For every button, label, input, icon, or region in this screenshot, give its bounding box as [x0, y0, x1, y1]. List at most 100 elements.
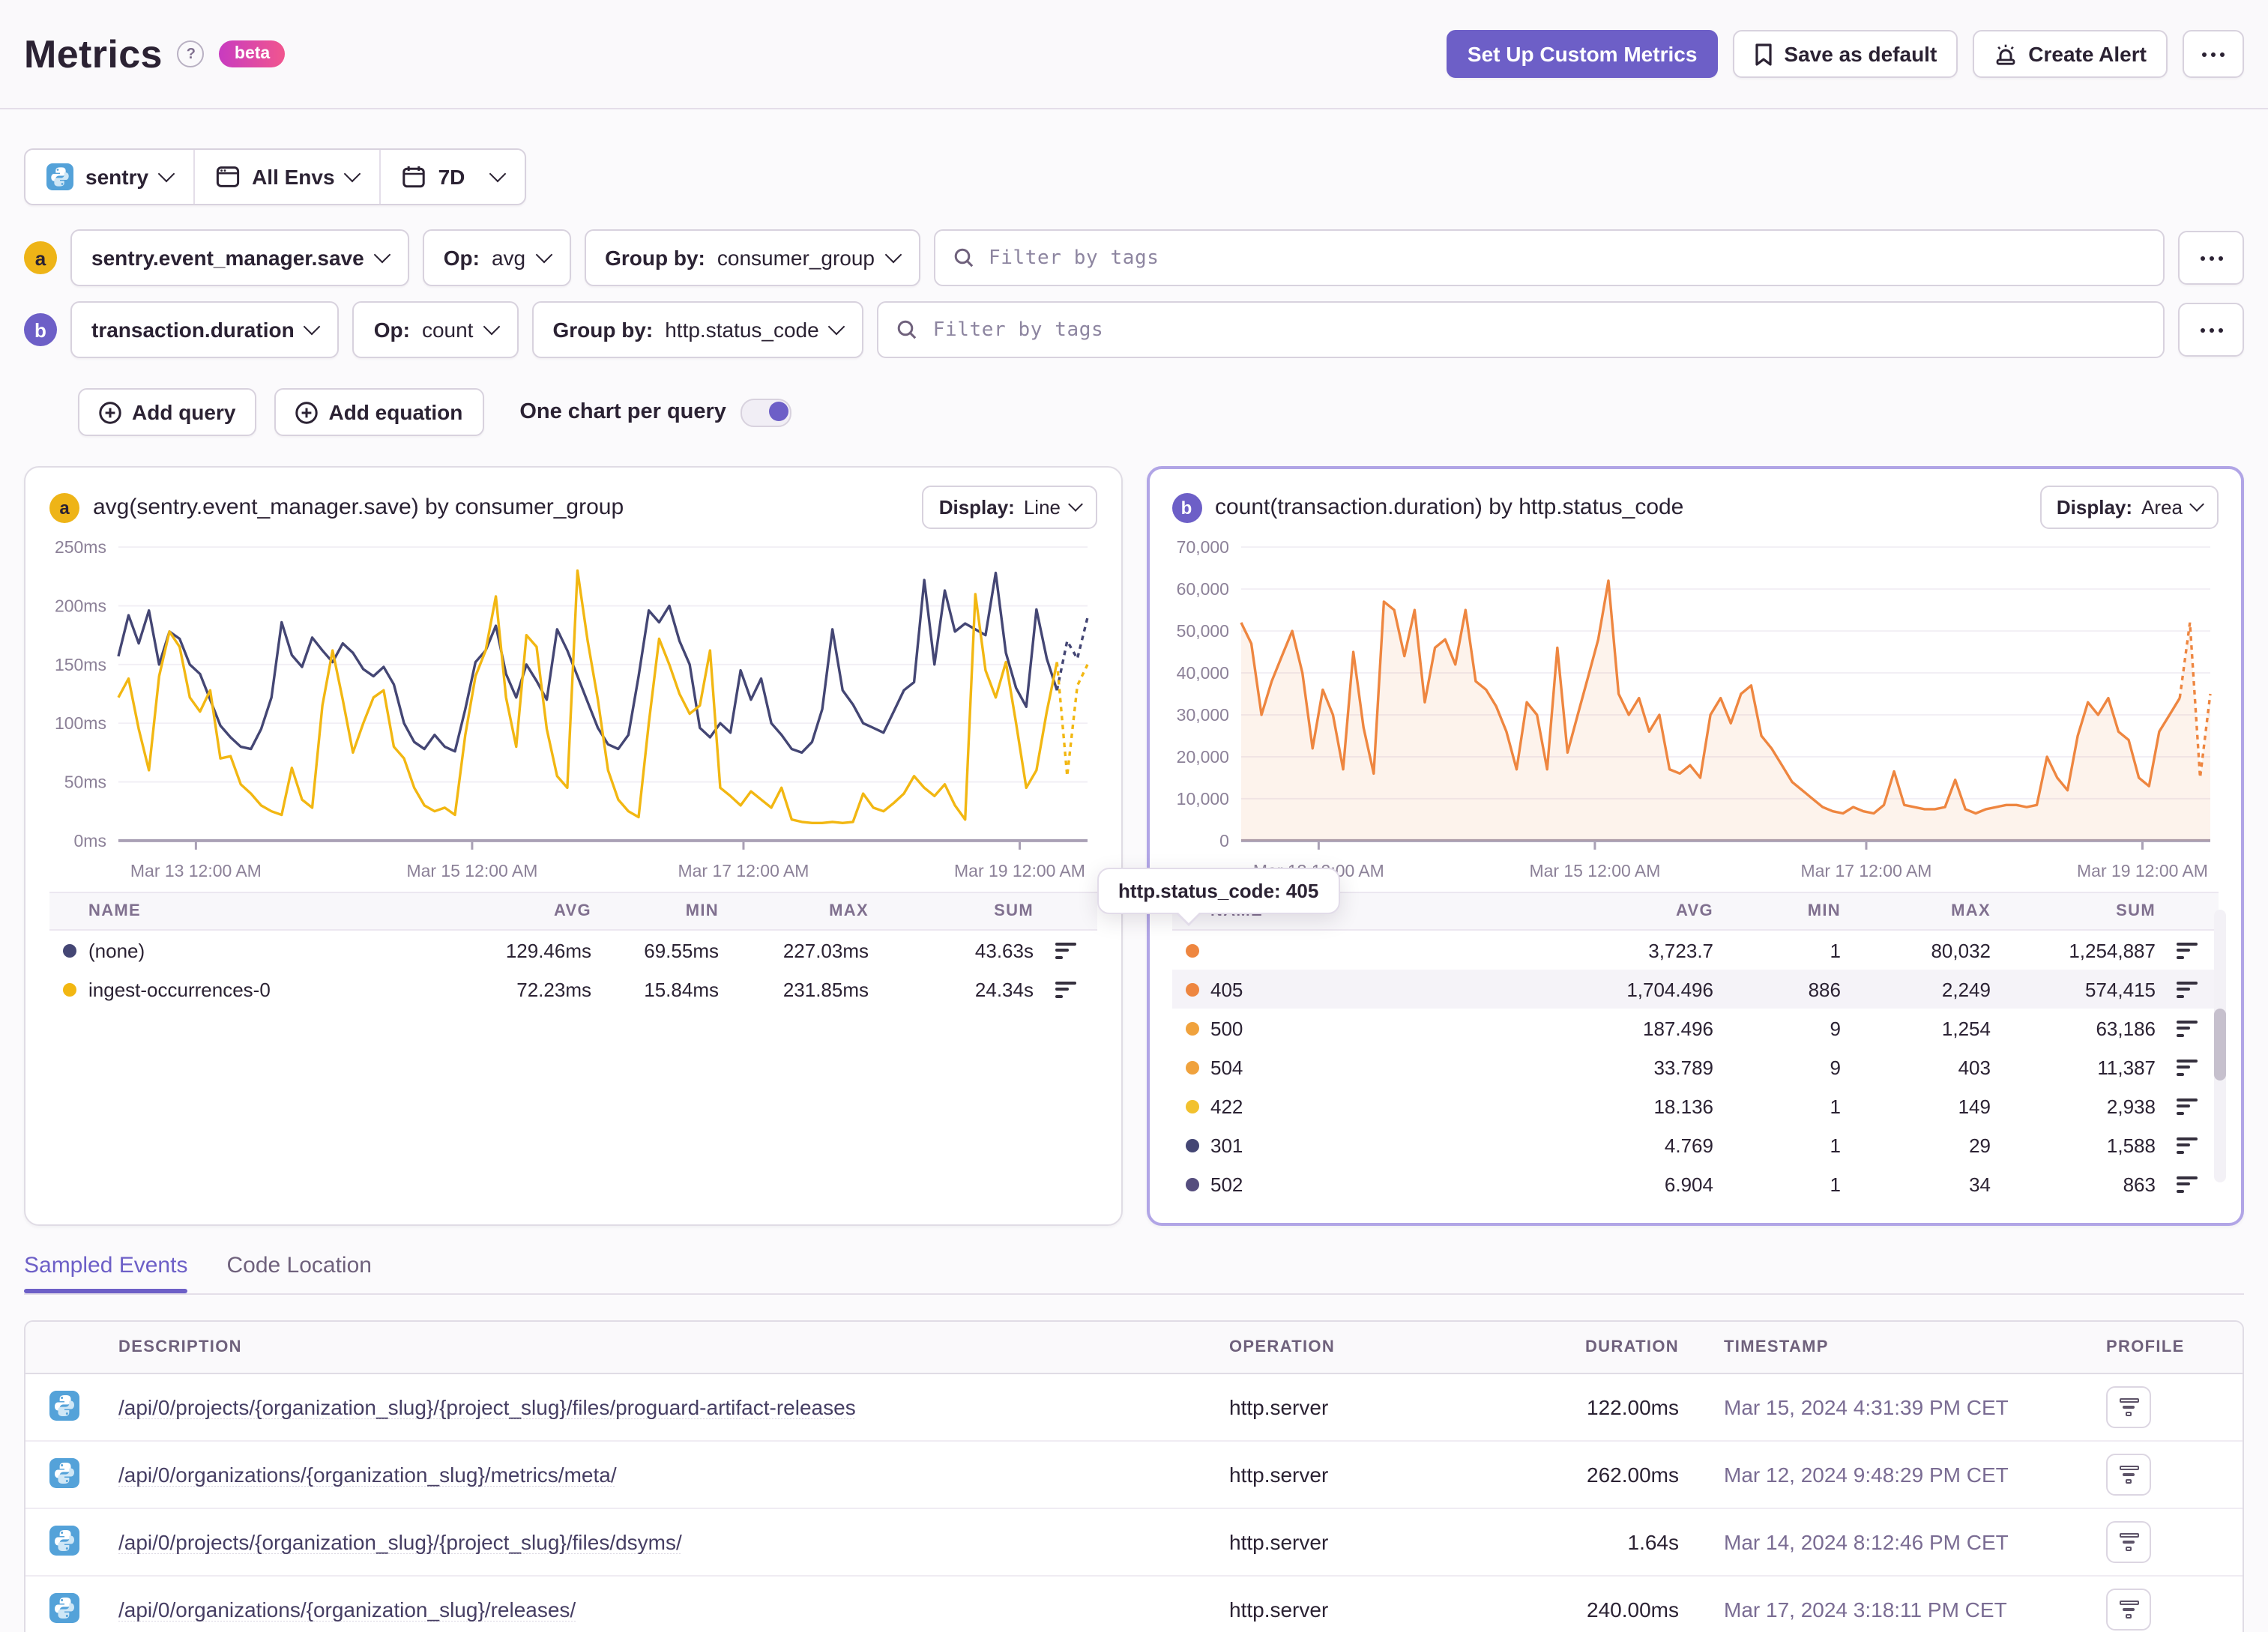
- series-line: [117, 571, 1058, 755]
- profile-icon: [2119, 1533, 2138, 1551]
- y-tick-label: 200ms: [55, 596, 106, 615]
- environment-value: All Envs: [252, 165, 335, 189]
- profile-button[interactable]: [2106, 1454, 2151, 1496]
- op-select-b[interactable]: Op: count: [352, 301, 519, 358]
- row-actions-icon[interactable]: [2177, 1098, 2219, 1114]
- groupby-select-b[interactable]: Group by: http.status_code: [531, 301, 864, 358]
- event-description-link[interactable]: /api/0/organizations/{organization_slug}…: [118, 1598, 1229, 1622]
- chart-badge-b: b: [1171, 492, 1201, 522]
- row-actions-icon[interactable]: [2177, 981, 2219, 997]
- chevron-down-icon: [489, 165, 507, 183]
- series-row-(none)[interactable]: (none) 129.46ms 69.55ms 227.03ms 43.63s: [49, 931, 1097, 970]
- project-selector[interactable]: sentry: [25, 150, 193, 204]
- setup-custom-metrics-button[interactable]: Set Up Custom Metrics: [1446, 30, 1719, 78]
- summary-col-min: MIN: [685, 902, 719, 920]
- event-description-link[interactable]: /api/0/organizations/{organization_slug}…: [118, 1463, 1229, 1487]
- series-value: 69.55ms: [644, 939, 719, 961]
- one-chart-per-query-toggle[interactable]: [741, 398, 792, 426]
- query-a-more-button[interactable]: [2178, 231, 2244, 285]
- display-select-a[interactable]: Display: Line: [922, 486, 1097, 529]
- query-b-more-button[interactable]: [2178, 303, 2244, 357]
- tag-filter-a[interactable]: [933, 229, 2165, 286]
- series-value: 1,254,887: [2069, 939, 2156, 961]
- col-profile: PROFILE: [2106, 1338, 2185, 1356]
- series-row-hidden[interactable]: 3,723.7 1 80,032 1,254,887: [1171, 931, 2219, 970]
- chart-card-b[interactable]: b count(transaction.duration) by http.st…: [1146, 466, 2244, 1226]
- line-chart[interactable]: 0ms 50ms 100ms 150ms 200ms 250ms Mar 13 12:00 …: [49, 532, 1097, 889]
- metric-select-b[interactable]: transaction.duration: [70, 301, 340, 358]
- metric-name-a: sentry.event_manager.save: [91, 246, 364, 270]
- y-tick-label: 60,000: [1176, 579, 1228, 599]
- tag-filter-input-a[interactable]: [986, 245, 2145, 271]
- metric-select-a[interactable]: sentry.event_manager.save: [70, 229, 409, 286]
- save-as-default-button[interactable]: Save as default: [1733, 30, 1958, 78]
- row-actions-icon[interactable]: [2177, 1137, 2219, 1153]
- chevron-down-icon: [884, 246, 902, 264]
- row-actions-icon[interactable]: [2177, 1020, 2219, 1036]
- row-actions-icon[interactable]: [1055, 981, 1097, 997]
- create-alert-label: Create Alert: [2028, 42, 2147, 66]
- scrollbar-thumb[interactable]: [2214, 1009, 2226, 1081]
- python-icon: [49, 1592, 79, 1622]
- create-alert-button[interactable]: Create Alert: [1973, 30, 2168, 78]
- series-row-422[interactable]: 422 18.136 1 149 2,938: [1171, 1087, 2219, 1125]
- series-row-502[interactable]: 502 6.904 1 34 863: [1171, 1164, 2219, 1203]
- chart-card-a[interactable]: a avg(sentry.event_manager.save) by cons…: [24, 466, 1122, 1226]
- series-name: 405: [1210, 978, 1243, 1000]
- environment-selector[interactable]: All Envs: [193, 150, 380, 204]
- add-equation-button[interactable]: Add equation: [274, 388, 484, 436]
- x-tick-label: Mar 19 12:00 AM: [2076, 861, 2207, 880]
- chevron-down-icon: [2189, 497, 2204, 512]
- search-icon: [898, 320, 917, 339]
- one-chart-per-query-label: One chart per query: [519, 400, 726, 424]
- tag-filter-input-b[interactable]: [929, 317, 2145, 342]
- tag-filter-b[interactable]: [877, 301, 2165, 358]
- row-actions-icon[interactable]: [2177, 1059, 2219, 1075]
- series-value: 187.496: [1643, 1017, 1713, 1039]
- profile-button[interactable]: [2106, 1589, 2151, 1631]
- event-duration: 262.00ms: [1587, 1463, 1679, 1487]
- header-more-button[interactable]: [2183, 30, 2244, 78]
- groupby-value-b: http.status_code: [665, 318, 819, 342]
- add-query-button[interactable]: Add query: [78, 388, 257, 436]
- help-icon[interactable]: ?: [177, 40, 205, 67]
- series-summary-table-b: NAMEAVGMINMAXSUM3,723.7180,0321,254,8874…: [1171, 892, 2219, 1203]
- op-select-a[interactable]: Op: avg: [422, 229, 571, 286]
- event-operation: http.server: [1229, 1530, 1329, 1554]
- row-actions-icon[interactable]: [2177, 942, 2219, 958]
- tab-sampled-events[interactable]: Sampled Events: [24, 1253, 188, 1293]
- series-row-405[interactable]: 405 1,704.496 886 2,249 574,415: [1171, 970, 2219, 1009]
- event-operation: http.server: [1229, 1463, 1329, 1487]
- event-row: /api/0/projects/{organization_slug}/{pro…: [25, 1508, 2243, 1575]
- groupby-label-b: Group by:: [552, 318, 654, 342]
- row-actions-icon[interactable]: [1055, 942, 1097, 958]
- row-actions-icon[interactable]: [2177, 1176, 2219, 1192]
- series-row-ingest-occurrences-0[interactable]: ingest-occurrences-0 72.23ms 15.84ms 231.85…: [49, 970, 1097, 1009]
- series-row-301[interactable]: 301 4.769 1 29 1,588: [1171, 1125, 2219, 1164]
- series-line-dashed-tail: [1055, 617, 1089, 691]
- series-line: [117, 569, 1058, 824]
- series-color-dot: [1185, 943, 1198, 957]
- date-range-selector[interactable]: 7D: [379, 150, 525, 204]
- y-tick-label: 40,000: [1176, 663, 1228, 683]
- series-value: 80,032: [1931, 939, 1991, 961]
- tab-code-location[interactable]: Code Location: [226, 1253, 372, 1293]
- profile-button[interactable]: [2106, 1386, 2151, 1428]
- series-value: 574,415: [2085, 978, 2156, 1000]
- series-row-504[interactable]: 504 33.789 9 403 11,387: [1171, 1048, 2219, 1087]
- series-value: 1,588: [2106, 1134, 2156, 1156]
- groupby-label-a: Group by:: [605, 246, 705, 270]
- profile-button[interactable]: [2106, 1521, 2151, 1563]
- series-row-500[interactable]: 500 187.496 9 1,254 63,186: [1171, 1009, 2219, 1048]
- series-color-dot: [1185, 1138, 1198, 1152]
- groupby-value-a: consumer_group: [717, 246, 875, 270]
- summary-col-min: MIN: [1807, 902, 1841, 920]
- groupby-select-a[interactable]: Group by: consumer_group: [584, 229, 920, 286]
- event-description-link[interactable]: /api/0/projects/{organization_slug}/{pro…: [118, 1395, 1229, 1419]
- series-name: 500: [1210, 1017, 1243, 1039]
- chart-badge-a: a: [49, 492, 79, 522]
- event-description-link[interactable]: /api/0/projects/{organization_slug}/{pro…: [118, 1530, 1229, 1554]
- area-chart[interactable]: 0 10,000 20,000 30,000 40,000 50,000 60,000 70,…: [1171, 532, 2219, 889]
- python-project-icon: [46, 163, 73, 190]
- display-select-b[interactable]: Display: Area: [2039, 486, 2219, 529]
